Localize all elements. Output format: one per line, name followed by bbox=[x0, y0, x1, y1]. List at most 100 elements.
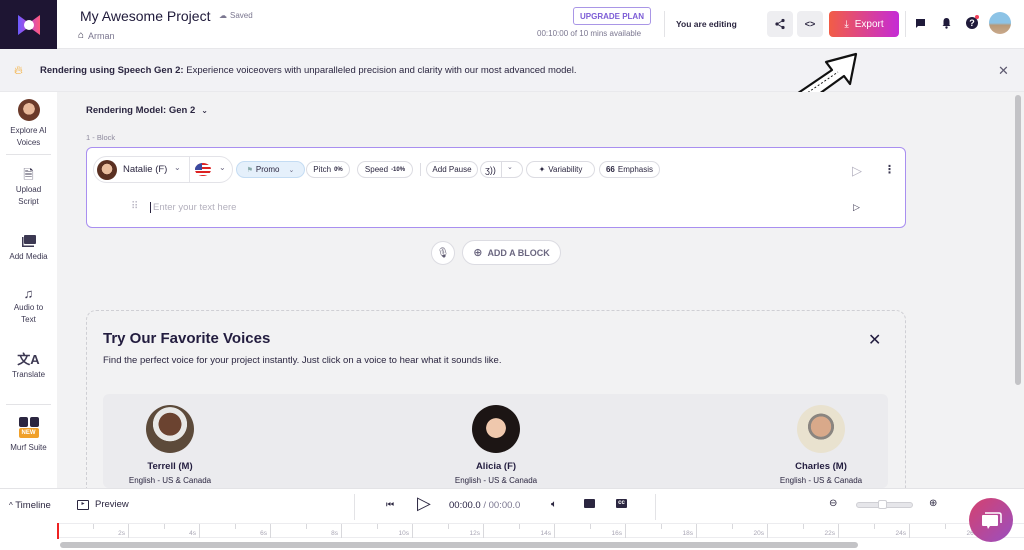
help-button[interactable]: ? bbox=[965, 15, 979, 30]
ruler-tick-label: 2s bbox=[93, 524, 129, 538]
ruler-tick-label: 16s bbox=[590, 524, 626, 538]
chevron-down-icon: ⌄ bbox=[201, 106, 208, 115]
volume-button[interactable]: 🔈︎ bbox=[551, 499, 557, 510]
upload-script-icon: 🗎︎ bbox=[23, 167, 34, 182]
murf-logo[interactable] bbox=[0, 0, 57, 49]
text-block: Natalie (F) ⌄ ⌄ ⚑ Promo ⌄ Pitch 0% Speed -… bbox=[86, 147, 906, 228]
speed-control[interactable]: Speed -10% bbox=[357, 161, 413, 178]
sidebar-item-audio-to-text[interactable]: ♫ Audio to Text bbox=[0, 287, 57, 326]
flag-style-icon: ⚑ bbox=[246, 166, 253, 174]
play-paragraph-button[interactable]: ▷ bbox=[853, 202, 860, 213]
murf-suite-icon: NEW bbox=[18, 417, 39, 439]
ruler-minor-tick bbox=[945, 524, 946, 529]
breadcrumb-owner[interactable]: ⌂ Arman bbox=[78, 30, 115, 41]
sidebar-item-translate[interactable]: 文A Translate bbox=[0, 352, 57, 381]
ruler-tick-label: 4s bbox=[164, 524, 200, 538]
block-text-input[interactable]: Enter your text here bbox=[150, 202, 236, 213]
captions-button[interactable]: cc bbox=[616, 499, 627, 508]
divider bbox=[664, 11, 665, 37]
drag-handle-icon[interactable]: ⠿ bbox=[131, 201, 138, 212]
voice-record-button[interactable]: 🎙︎ bbox=[431, 241, 455, 265]
pronunciation-button[interactable]: ʒ)) ⌄ bbox=[480, 161, 523, 178]
save-status: ☁ Saved bbox=[219, 11, 253, 20]
ruler-tick-label: 12s bbox=[448, 524, 484, 538]
notification-dot bbox=[975, 15, 979, 19]
project-title[interactable]: My Awesome Project bbox=[80, 8, 210, 24]
ruler-tick-label: 18s bbox=[661, 524, 697, 538]
more-options-button[interactable]: ⋮ bbox=[884, 163, 895, 176]
chevron-down-icon[interactable]: ⌄ bbox=[507, 163, 513, 171]
minutes-available: 00:10:00 of 10 mins available bbox=[537, 29, 642, 38]
ruler-tick-label: 8s bbox=[306, 524, 342, 538]
variability-button[interactable]: ✦ Variability bbox=[526, 161, 595, 178]
timeline-toggle[interactable]: ^ Timeline bbox=[9, 500, 51, 511]
chevron-down-icon: ⌄ bbox=[288, 166, 295, 174]
sparkle-icon: ✦ bbox=[538, 165, 546, 174]
time-display: 00:00.0 / 00:00.0 bbox=[449, 500, 521, 511]
timeline-ruler[interactable]: 2s 4s 6s 8s 10s 12s 14s 16s 18s 20s 22s 24s 26s bbox=[57, 523, 1024, 538]
chevron-up-icon: ^ bbox=[9, 501, 13, 510]
voice-avatar bbox=[97, 160, 117, 180]
ruler-minor-tick bbox=[732, 524, 733, 529]
left-sidebar: Explore AI Voices 🗎︎ Upload Script Add M… bbox=[0, 92, 57, 488]
pitch-control[interactable]: Pitch 0% bbox=[306, 161, 350, 178]
ruler-minor-tick bbox=[448, 524, 449, 529]
media-folder-icon bbox=[21, 235, 36, 247]
editing-status: You are editing bbox=[676, 19, 737, 29]
sidebar-item-explore-voices[interactable]: Explore AI Voices bbox=[0, 99, 57, 149]
us-flag-icon[interactable] bbox=[195, 163, 211, 176]
user-avatar[interactable] bbox=[989, 12, 1011, 34]
emphasis-button[interactable]: 66 Emphasis bbox=[599, 161, 660, 178]
share-button[interactable] bbox=[767, 11, 793, 37]
chat-support-button[interactable] bbox=[969, 498, 1013, 542]
close-favorites-button[interactable]: ✕ bbox=[868, 330, 881, 350]
sidebar-item-murf-suite[interactable]: NEW Murf Suite bbox=[0, 417, 57, 454]
quote-icon: 66 bbox=[605, 165, 615, 174]
comment-icon bbox=[915, 18, 925, 28]
play-button[interactable]: ▷ bbox=[417, 493, 431, 514]
horizontal-scrollbar[interactable] bbox=[60, 542, 858, 548]
voice-avatar bbox=[146, 405, 194, 453]
zoom-in-icon: ⊕ bbox=[929, 498, 938, 509]
export-button[interactable]: ⤓ Export bbox=[829, 11, 899, 37]
voice-selector[interactable]: Natalie (F) ⌄ ⌄ bbox=[93, 156, 233, 183]
comments-button[interactable] bbox=[913, 16, 927, 30]
chevron-down-icon[interactable]: ⌄ bbox=[219, 163, 226, 172]
voice-card-charles[interactable]: Charles (M) English - US & Canada bbox=[756, 405, 886, 485]
ruler-minor-tick bbox=[306, 524, 307, 529]
skip-to-start-button[interactable]: ⏮︎ bbox=[386, 499, 394, 510]
voice-card-terrell[interactable]: Terrell (M) English - US & Canada bbox=[105, 405, 235, 485]
ruler-tick-label: 6s bbox=[235, 524, 271, 538]
sidebar-item-upload-script[interactable]: 🗎︎ Upload Script bbox=[0, 167, 57, 208]
vertical-scrollbar[interactable] bbox=[1015, 95, 1021, 385]
zoom-slider-handle[interactable] bbox=[877, 500, 887, 509]
skip-back-icon: ⏮︎ bbox=[386, 499, 395, 509]
video-button[interactable] bbox=[584, 499, 595, 511]
clapperboard-icon bbox=[584, 499, 595, 508]
divider bbox=[189, 157, 190, 182]
style-dropdown[interactable]: ⚑ Promo ⌄ bbox=[236, 161, 305, 178]
translate-icon: 文A bbox=[17, 352, 40, 367]
embed-button[interactable]: <> bbox=[797, 11, 823, 37]
zoom-in-button[interactable]: ⊕ bbox=[929, 498, 937, 509]
play-icon: ▷ bbox=[417, 493, 431, 513]
upgrade-plan-button[interactable]: UPGRADE PLAN bbox=[573, 7, 651, 25]
favorite-voices-description: Find the perfect voice for your project … bbox=[103, 355, 502, 366]
add-block-button[interactable]: ⊕ ADD A BLOCK bbox=[462, 240, 561, 265]
embed-code-icon: <> bbox=[804, 19, 816, 29]
notifications-button[interactable] bbox=[939, 16, 953, 30]
sidebar-item-add-media[interactable]: Add Media bbox=[0, 235, 57, 263]
close-banner-button[interactable]: ✕ bbox=[998, 63, 1009, 79]
voice-card-alicia[interactable]: Alicia (F) English - US & Canada bbox=[431, 405, 561, 485]
play-icon: ▷ bbox=[852, 163, 862, 178]
close-icon: ✕ bbox=[998, 63, 1009, 78]
zoom-out-button[interactable]: ⊖ bbox=[829, 498, 837, 509]
play-block-button[interactable]: ▷ bbox=[852, 163, 862, 179]
rendering-model-dropdown[interactable]: Rendering Model: Gen 2 ⌄ bbox=[86, 105, 208, 116]
playhead[interactable] bbox=[57, 523, 59, 539]
preview-button[interactable]: ▸ Preview bbox=[77, 499, 129, 510]
add-pause-button[interactable]: Add Pause bbox=[426, 161, 478, 178]
ruler-tick-label: 22s bbox=[803, 524, 839, 538]
ruler-minor-tick bbox=[874, 524, 875, 529]
close-icon: ✕ bbox=[868, 332, 882, 349]
